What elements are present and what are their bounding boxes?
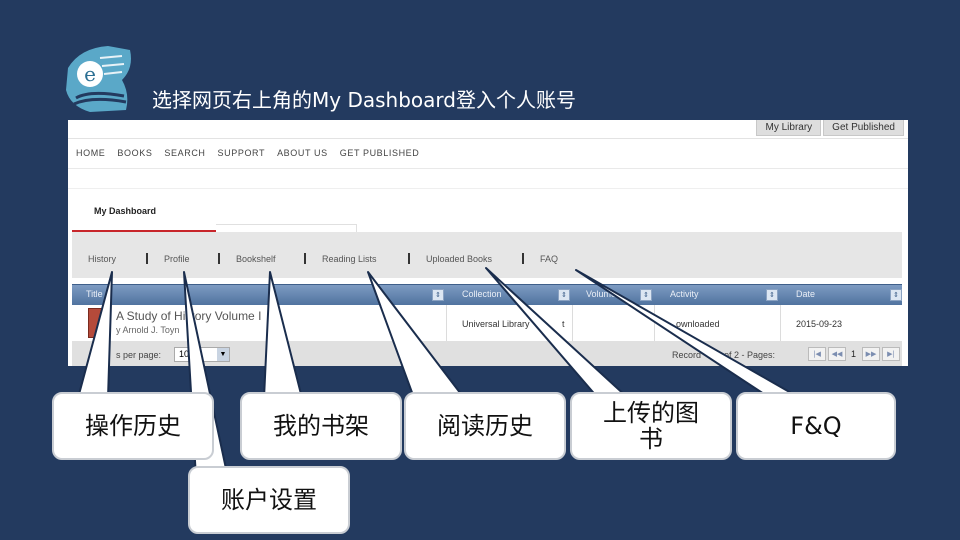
my-library-tab[interactable]: My Library	[756, 120, 822, 136]
activity-cell: ownloaded	[676, 319, 720, 329]
subnav-separator	[146, 253, 148, 264]
subnav-reading-lists[interactable]: Reading Lists	[322, 254, 377, 264]
subnav-bookshelf[interactable]: Bookshelf	[236, 254, 276, 264]
nav-books[interactable]: BOOKS	[117, 148, 152, 158]
table-header: Title ⇕ Collection ⇕ Volume ⇕ Activity ⇕…	[72, 284, 902, 305]
sort-date-icon[interactable]: ⇕	[890, 289, 902, 301]
next-page-icon[interactable]: ▶▶	[862, 347, 880, 361]
sort-volume-icon[interactable]: ⇕	[640, 289, 652, 301]
subnav-separator	[304, 253, 306, 264]
col-activity[interactable]: Activity	[670, 289, 699, 299]
nav-support[interactable]: SUPPORT	[218, 148, 266, 158]
callout-uploaded-books: 上传的图 书	[570, 392, 732, 460]
book-author: y Arnold J. Toyn	[116, 325, 180, 335]
subnav-profile[interactable]: Profile	[164, 254, 190, 264]
book-title-link[interactable]: A Study of History Volume I	[116, 309, 261, 323]
callout-history: 操作历史	[52, 392, 214, 460]
my-dashboard-label: My Dashboard	[94, 206, 157, 216]
col-date[interactable]: Date	[796, 289, 815, 299]
nav-get-published[interactable]: GET PUBLISHED	[340, 148, 420, 158]
records-tail: of 2 - Pages:	[724, 350, 776, 360]
date-cell: 2015-09-23	[796, 319, 843, 329]
get-published-tab[interactable]: Get Published	[823, 120, 904, 136]
top-tabs: My Library Get Published	[756, 120, 904, 136]
collection-cell: Universal Library	[462, 319, 530, 329]
table-footer: s per page: 10 ▼ Record of 2 - Pages: |◀…	[72, 342, 902, 366]
main-nav: HOME BOOKS SEARCH SUPPORT ABOUT US GET P…	[76, 148, 419, 158]
current-page[interactable]: 1	[851, 349, 856, 359]
dashboard-subnav: History Profile Bookshelf Reading Lists …	[72, 232, 902, 278]
callout-profile: 账户设置	[188, 466, 350, 534]
per-page-select[interactable]: 10 ▼	[174, 347, 230, 362]
records-label: Record	[672, 350, 702, 360]
callout-faq: F&Q	[736, 392, 896, 460]
callout-reading-lists: 阅读历史	[404, 392, 566, 460]
subnav-history[interactable]: History	[88, 254, 116, 264]
nav-search[interactable]: SEARCH	[164, 148, 205, 158]
first-page-icon[interactable]: |◀	[808, 347, 826, 361]
per-page-label: s per page:	[116, 350, 162, 360]
collection-cell-tail: t	[562, 319, 565, 329]
callout-bookshelf: 我的书架	[240, 392, 402, 460]
slide-title: 选择网页右上角的My Dashboard登入个人账号	[152, 88, 576, 112]
nav-about-us[interactable]: ABOUT US	[277, 148, 328, 158]
col-title[interactable]: Title	[86, 289, 103, 299]
subnav-uploaded-books[interactable]: Uploaded Books	[426, 254, 492, 264]
book-cover-icon	[88, 308, 104, 338]
col-volume[interactable]: Volume	[586, 289, 616, 299]
svg-text:e: e	[84, 62, 96, 86]
prev-page-icon[interactable]: ◀◀	[828, 347, 846, 361]
subnav-faq[interactable]: FAQ	[540, 254, 558, 264]
callout-uploaded-line1: 上传的图	[603, 399, 699, 427]
per-page-value: 10	[179, 349, 190, 359]
sort-activity-icon[interactable]: ⇕	[766, 289, 778, 301]
sort-title-icon[interactable]: ⇕	[432, 289, 444, 301]
e-book-logo-icon: e	[66, 46, 131, 112]
callout-uploaded-line2: 书	[639, 425, 663, 453]
sort-collection-icon[interactable]: ⇕	[558, 289, 570, 301]
subnav-separator	[408, 253, 410, 264]
col-collection[interactable]: Collection	[462, 289, 502, 299]
subnav-separator	[218, 253, 220, 264]
table-row[interactable]: A Study of History Volume I y Arnold J. …	[72, 305, 902, 342]
last-page-icon[interactable]: ▶|	[882, 347, 900, 361]
nav-home[interactable]: HOME	[76, 148, 105, 158]
my-dashboard-tab[interactable]: My Dashboard	[72, 200, 216, 233]
chevron-down-icon: ▼	[217, 348, 229, 361]
website-screenshot: My Library Get Published HOME BOOKS SEAR…	[68, 120, 908, 366]
subnav-separator	[522, 253, 524, 264]
